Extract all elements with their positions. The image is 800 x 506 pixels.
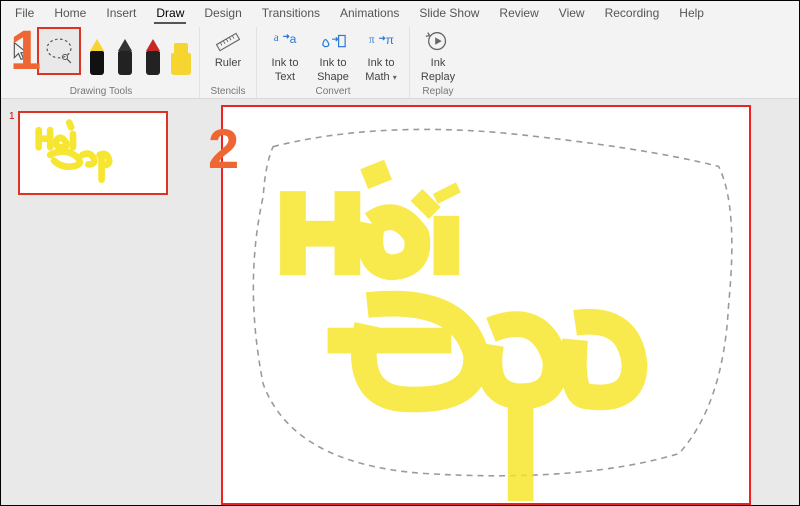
pen-tip-icon: [146, 39, 160, 51]
pen-body-icon: [118, 51, 132, 75]
thumb-number: 1: [9, 111, 15, 122]
annotation-1: 1: [10, 26, 41, 74]
pen-tip-icon: [118, 39, 132, 51]
ink-to-shape-icon: [319, 29, 347, 55]
tab-review[interactable]: Review: [489, 3, 548, 23]
group-label: Drawing Tools: [70, 84, 133, 98]
svg-text:π: π: [386, 33, 394, 47]
tab-insert[interactable]: Insert: [96, 3, 146, 23]
label: Math ▾: [365, 71, 397, 84]
ink-to-math-button[interactable]: ππ Ink to Math ▾: [359, 27, 403, 84]
highlighter-tip-icon: [174, 43, 188, 53]
workspace: 1: [1, 99, 799, 505]
group-stencils: Ruler Stencils: [200, 27, 257, 98]
slide-thumbnail-1[interactable]: [18, 111, 168, 195]
chevron-down-icon: ▾: [393, 73, 397, 82]
tab-recording[interactable]: Recording: [595, 3, 670, 23]
app-window: File Home Insert Draw Design Transitions…: [0, 0, 800, 506]
tab-animations[interactable]: Animations: [330, 3, 409, 23]
ink-replay-icon: [424, 29, 452, 55]
label: Ink to: [320, 57, 347, 69]
canvas-area: [181, 99, 799, 505]
group-label: Replay: [422, 84, 453, 98]
tab-transitions[interactable]: Transitions: [252, 3, 330, 23]
group-replay: Ink Replay Replay: [410, 27, 466, 98]
tab-strip: File Home Insert Draw Design Transitions…: [1, 1, 799, 25]
group-convert: aa Ink to Text Ink to Shape ππ Ink: [257, 27, 410, 98]
highlighter-yellow[interactable]: [169, 27, 193, 75]
tab-view[interactable]: View: [549, 3, 595, 23]
group-label: Convert: [315, 84, 350, 98]
ruler-label: Ruler: [215, 57, 241, 69]
label: Replay: [421, 71, 455, 83]
pen-tip-icon: [90, 39, 104, 51]
pen-body-icon: [146, 51, 160, 75]
slide-canvas[interactable]: [221, 105, 751, 505]
label: Ink: [431, 57, 446, 69]
group-label: Stencils: [210, 84, 245, 98]
lasso-icon: [42, 34, 76, 68]
tab-home[interactable]: Home: [44, 3, 96, 23]
svg-text:a: a: [274, 32, 279, 44]
ruler-button[interactable]: Ruler: [206, 27, 250, 69]
thumb-drawing: [20, 113, 166, 193]
pen-yellow[interactable]: [85, 27, 109, 75]
highlighter-body-icon: [171, 53, 191, 75]
ink-to-math-icon: ππ: [367, 29, 395, 55]
label: Ink to: [368, 57, 395, 69]
slide-thumbnails-panel[interactable]: 1: [1, 99, 181, 505]
ink-to-text-icon: aa: [271, 29, 299, 55]
pen-black[interactable]: [113, 27, 137, 75]
tab-slideshow[interactable]: Slide Show: [409, 3, 489, 23]
tab-help[interactable]: Help: [669, 3, 714, 23]
ruler-icon: [214, 29, 242, 55]
ink-to-shape-button[interactable]: Ink to Shape: [311, 27, 355, 83]
label: Ink to: [272, 57, 299, 69]
ink-replay-button[interactable]: Ink Replay: [416, 27, 460, 83]
svg-text:a: a: [290, 32, 297, 46]
tab-draw[interactable]: Draw: [146, 3, 194, 23]
lasso-select-tool[interactable]: [37, 27, 81, 75]
pen-red[interactable]: [141, 27, 165, 75]
tab-design[interactable]: Design: [194, 3, 251, 23]
ribbon: Drawing Tools Ruler Stencils aa: [1, 25, 799, 99]
pen-body-icon: [90, 51, 104, 75]
annotation-2: 2: [208, 116, 239, 181]
ink-to-text-button[interactable]: aa Ink to Text: [263, 27, 307, 83]
canvas-drawing: [223, 107, 749, 503]
svg-text:π: π: [369, 34, 375, 46]
label: Shape: [317, 71, 349, 83]
label: Text: [275, 71, 295, 83]
